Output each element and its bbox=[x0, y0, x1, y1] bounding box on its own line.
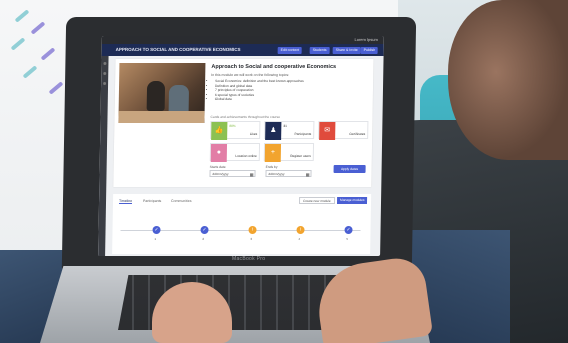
date-range: Starts date dd/mm/yyyy ▦ Ends by dd/mm/y… bbox=[209, 165, 369, 185]
laptop-brand: MacBook Pro bbox=[232, 256, 266, 262]
course-title: Approach to Social and cooperative Econo… bbox=[211, 64, 337, 70]
start-date-value: dd/mm/yyyy bbox=[212, 172, 229, 176]
sidebar-item[interactable] bbox=[103, 72, 107, 75]
laptop-screen: Lorem Ipsum APPROACH TO SOCIAL AND COOPE… bbox=[98, 36, 384, 256]
app-title: APPROACH TO SOCIAL AND COOPERATIVE ECONO… bbox=[115, 47, 241, 52]
tab-communities[interactable]: Communities bbox=[171, 199, 192, 203]
photo-person bbox=[146, 81, 166, 111]
share-invite-button[interactable]: Share & Invite bbox=[332, 46, 361, 54]
start-date-input[interactable]: dd/mm/yyyy ▦ bbox=[209, 170, 256, 178]
publish-button[interactable]: Publish bbox=[360, 46, 379, 54]
system-topbar: Lorem Ipsum bbox=[101, 36, 384, 44]
timeline-node-pending[interactable]: ! bbox=[248, 226, 257, 234]
person-head bbox=[448, 0, 568, 160]
certificate-icon: ✉ bbox=[319, 122, 336, 140]
course-photo bbox=[118, 63, 206, 123]
photo-table bbox=[118, 111, 205, 123]
topic-item: Social Economics: definition and the bes… bbox=[215, 79, 304, 84]
tile-label: Likes bbox=[249, 132, 258, 136]
user-add-icon: + bbox=[264, 144, 282, 162]
timeline-node-label: 3 bbox=[250, 237, 253, 241]
likes-tile[interactable]: 👍 88% Likes bbox=[210, 121, 261, 140]
end-date-value: dd/mm/yyyy bbox=[268, 172, 285, 176]
location-pin-icon: ● bbox=[210, 144, 228, 162]
timeline-node-done[interactable]: ✓ bbox=[344, 226, 353, 234]
sidebar-item[interactable] bbox=[103, 82, 107, 85]
tile-label: Register users bbox=[290, 154, 311, 158]
timeline-node-done[interactable]: ✓ bbox=[200, 226, 209, 234]
tile-value: 88% bbox=[229, 124, 236, 128]
tile-label: Certificates bbox=[349, 132, 366, 136]
timeline-node-label: 5 bbox=[346, 237, 349, 241]
end-date-label: Ends by bbox=[265, 165, 278, 169]
tab-timeline[interactable]: Timeline bbox=[118, 199, 133, 204]
thumbs-up-icon: 👍 bbox=[211, 122, 228, 140]
manage-modules-button[interactable]: Manage modules bbox=[336, 197, 368, 204]
end-date-input[interactable]: dd/mm/yyyy ▦ bbox=[265, 170, 312, 178]
location-tile[interactable]: ● Location online bbox=[209, 143, 261, 162]
timeline-node-done[interactable]: ✓ bbox=[152, 226, 161, 234]
create-module-button[interactable]: Create new module bbox=[298, 197, 335, 204]
course-intro: In this module we will work on the follo… bbox=[211, 73, 290, 77]
timeline-node-pending[interactable]: ! bbox=[296, 226, 305, 234]
photo-scene: MacBook Pro Lorem Ipsum APPROACH TO SOCI… bbox=[0, 0, 568, 343]
register-tile[interactable]: + Register users bbox=[263, 143, 315, 162]
timeline-node-label: 2 bbox=[202, 237, 205, 241]
calendar-icon[interactable]: ▦ bbox=[306, 171, 310, 178]
user-name[interactable]: Lorem Ipsum bbox=[354, 37, 377, 42]
tile-label: Location online bbox=[235, 154, 257, 158]
students-button[interactable]: Students bbox=[309, 46, 330, 54]
tab-participants[interactable]: Participants bbox=[143, 199, 161, 203]
app-header: APPROACH TO SOCIAL AND COOPERATIVE ECONO… bbox=[101, 44, 384, 56]
certificates-tile[interactable]: ✉ Certificates bbox=[318, 121, 369, 140]
sidebar-item[interactable] bbox=[103, 62, 107, 65]
timeline-node-label: 1 bbox=[154, 237, 157, 241]
start-date-label: Starts date bbox=[209, 165, 226, 169]
edit-content-button[interactable]: Edit content bbox=[277, 46, 303, 54]
users-icon: ♟ bbox=[265, 122, 282, 140]
participants-tile[interactable]: ♟ 31 Participants bbox=[264, 121, 315, 140]
calendar-icon[interactable]: ▦ bbox=[250, 171, 254, 178]
topic-item: Global data bbox=[215, 97, 304, 102]
tile-value: 31 bbox=[283, 124, 287, 128]
tile-label: Participants bbox=[294, 132, 312, 136]
timeline-node-label: 4 bbox=[298, 237, 301, 241]
topic-list: Social Economics: definition and the bes… bbox=[215, 79, 304, 102]
course-card: Approach to Social and cooperative Econo… bbox=[113, 59, 374, 187]
timeline-panel: Timeline Participants Communities Create… bbox=[112, 194, 372, 254]
tiles-caption: Cards and achievements throughout the co… bbox=[210, 115, 281, 119]
apply-dates-button[interactable]: Apply dates bbox=[333, 165, 366, 173]
